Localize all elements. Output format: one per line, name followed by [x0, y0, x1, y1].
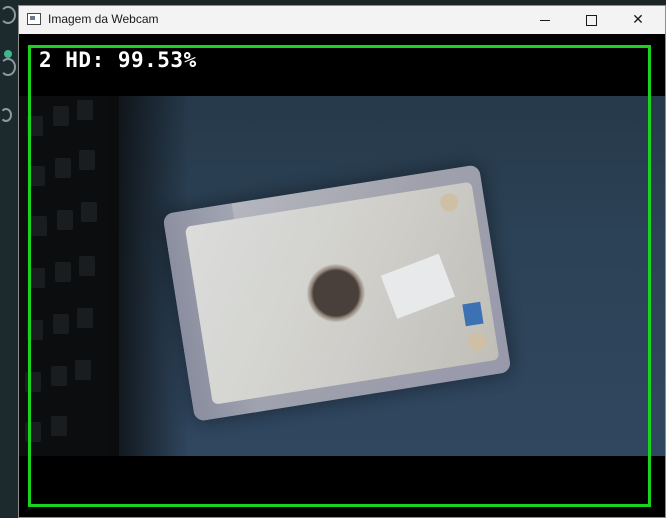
webcam-frame: 2 HD: 99.53% — [19, 34, 665, 517]
minimize-button[interactable] — [522, 6, 568, 34]
background-status-dot — [4, 50, 12, 58]
background-glyph-icon — [0, 58, 16, 76]
detection-label: 2 HD: 99.53% — [39, 48, 197, 72]
window-title: Imagem da Webcam — [48, 12, 159, 26]
close-icon: ✕ — [632, 12, 644, 28]
maximize-icon — [585, 14, 597, 26]
maximize-button[interactable] — [568, 6, 614, 34]
close-button[interactable]: ✕ — [615, 6, 661, 34]
background-glyph-icon — [0, 6, 16, 24]
minimize-icon — [540, 19, 550, 21]
detection-bounding-box — [28, 45, 651, 507]
app-window-icon — [27, 13, 41, 25]
background-app-strip — [0, 0, 20, 518]
background-glyph-icon — [0, 108, 12, 122]
webcam-window: Imagem da Webcam ✕ 2 HD: 99.53% — [18, 5, 666, 518]
title-bar[interactable]: Imagem da Webcam ✕ — [19, 6, 665, 34]
